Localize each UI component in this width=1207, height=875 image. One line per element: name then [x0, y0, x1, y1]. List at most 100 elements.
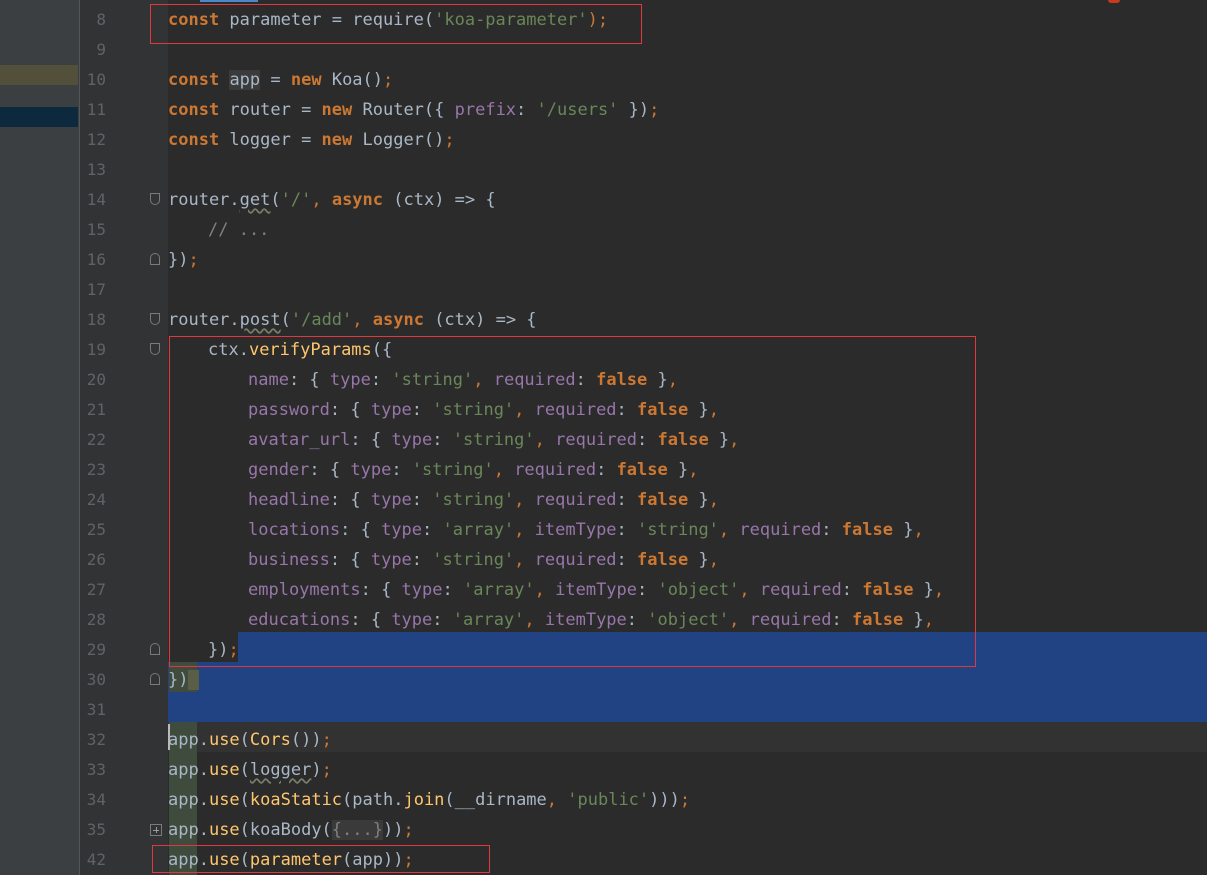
code-line[interactable]: 13 [80, 155, 1207, 185]
line-number: 32 [86, 730, 106, 749]
fold-toggle-icon[interactable] [150, 253, 160, 265]
line-number: 11 [86, 100, 106, 119]
code-text: app.use(Cors()); [168, 725, 332, 755]
project-panel-highlight [0, 65, 78, 85]
line-number: 12 [86, 130, 106, 149]
code-token: '/add' [290, 310, 353, 330]
text-caret [168, 724, 170, 750]
code-token: {...} [331, 820, 383, 840]
line-number: 21 [86, 400, 106, 419]
code-line[interactable]: 18 router.post('/add', async (ctx) => { [80, 305, 1207, 335]
line-number: 25 [86, 520, 106, 539]
code-token: ; [679, 790, 691, 810]
active-tab-indicator [200, 0, 258, 2]
code-token: prefix [454, 100, 517, 120]
code-text: }); [168, 245, 199, 275]
code-token: ( [239, 760, 250, 780]
code-token: new [321, 130, 353, 150]
code-token: join [403, 790, 445, 810]
expand-fold-icon[interactable] [150, 824, 162, 836]
fold-toggle-icon[interactable] [150, 193, 160, 205]
line-number: 10 [86, 70, 106, 89]
code-token: (path. [342, 790, 404, 810]
annotation-box-verifyparams [169, 336, 976, 667]
code-token: Koa() [321, 70, 384, 90]
project-panel-selected-item[interactable] [0, 107, 78, 127]
code-token: use [208, 820, 240, 840]
code-line[interactable]: 15 // ... [80, 215, 1207, 245]
code-line[interactable]: 34 app.use(koaStatic(path.join(__dirname,… [80, 785, 1207, 815]
code-token: , [352, 310, 373, 330]
code-token: logger [249, 760, 312, 780]
line-number: 14 [86, 190, 106, 209]
code-line[interactable]: 14 router.get('/', async (ctx) => { [80, 185, 1207, 215]
line-number: 19 [86, 340, 106, 359]
code-token: post [239, 310, 281, 330]
line-number: 31 [86, 700, 106, 719]
code-token: '/' [280, 190, 312, 210]
code-token: ))) [649, 790, 680, 810]
code-line[interactable]: 11 const router = new Router({ prefix: '/… [80, 95, 1207, 125]
code-line[interactable]: 31 [80, 695, 1207, 725]
code-line[interactable]: 10 const app = new Koa(); [80, 65, 1207, 95]
code-token: 'public' [567, 790, 650, 810]
code-token: : [516, 100, 537, 120]
code-line[interactable]: 32 app.use(Cors()); [80, 725, 1207, 755]
code-token: router = [219, 100, 322, 120]
code-token: app. [168, 790, 209, 810]
code-token: ( [239, 730, 250, 750]
code-line[interactable]: 35 app.use(koaBody({...})); [80, 815, 1207, 845]
line-number: 15 [86, 220, 106, 239]
code-text: const app = new Koa(); [168, 65, 393, 95]
code-token: use [208, 760, 240, 780]
code-token: use [208, 790, 240, 810]
code-text: app.use(koaStatic(path.join(__dirname, '… [168, 785, 690, 815]
line-number: 30 [86, 670, 106, 689]
code-line[interactable]: 17 [80, 275, 1207, 305]
code-token: ( [280, 310, 291, 330]
fold-toggle-icon[interactable] [150, 673, 160, 685]
line-number: 26 [86, 550, 106, 569]
line-number: 34 [86, 790, 106, 809]
code-token: ( [239, 790, 250, 810]
code-line[interactable]: 12 const logger = new Logger(); [80, 125, 1207, 155]
line-number: 27 [86, 580, 106, 599]
code-token: const [168, 100, 220, 120]
code-text: // ... [168, 215, 269, 245]
code-line[interactable]: 33 app.use(logger); [80, 755, 1207, 785]
fold-toggle-icon[interactable] [150, 343, 160, 355]
code-text: router.post('/add', async (ctx) => { [168, 305, 537, 335]
code-text: app.use(koaBody({...})); [168, 815, 414, 845]
annotation-box-require [150, 4, 642, 44]
code-line[interactable]: 16}); [80, 245, 1207, 275]
code-token: new [290, 70, 322, 90]
code-token: router. [168, 310, 240, 330]
code-token: ; [444, 130, 455, 150]
line-number: 24 [86, 490, 106, 509]
code-token: app. [168, 760, 209, 780]
fold-toggle-icon[interactable] [150, 313, 160, 325]
code-token: async [372, 310, 424, 330]
line-number: 9 [96, 40, 106, 59]
code-token: new [321, 100, 353, 120]
code-token: Logger() [352, 130, 445, 150]
code-line[interactable]: 30}) [80, 665, 1207, 695]
code-token: Router({ [352, 100, 455, 120]
code-token: ; [403, 820, 414, 840]
code-token: app. [168, 820, 209, 840]
code-token: ; [321, 760, 332, 780]
code-token: const [168, 130, 220, 150]
code-text: router.get('/', async (ctx) => { [168, 185, 496, 215]
code-token: ) [311, 760, 322, 780]
line-number: 29 [86, 640, 106, 659]
code-token: Cors [249, 730, 291, 750]
code-token: (__dirname [444, 790, 547, 810]
annotation-box-use-parameter [152, 845, 490, 873]
code-token: app. [168, 730, 209, 750]
line-number: 23 [86, 460, 106, 479]
code-token: , [546, 790, 568, 810]
fold-toggle-icon[interactable] [150, 643, 160, 655]
code-token: ; [188, 250, 199, 270]
code-token: koaStatic [249, 790, 343, 810]
code-token: )) [382, 820, 404, 840]
